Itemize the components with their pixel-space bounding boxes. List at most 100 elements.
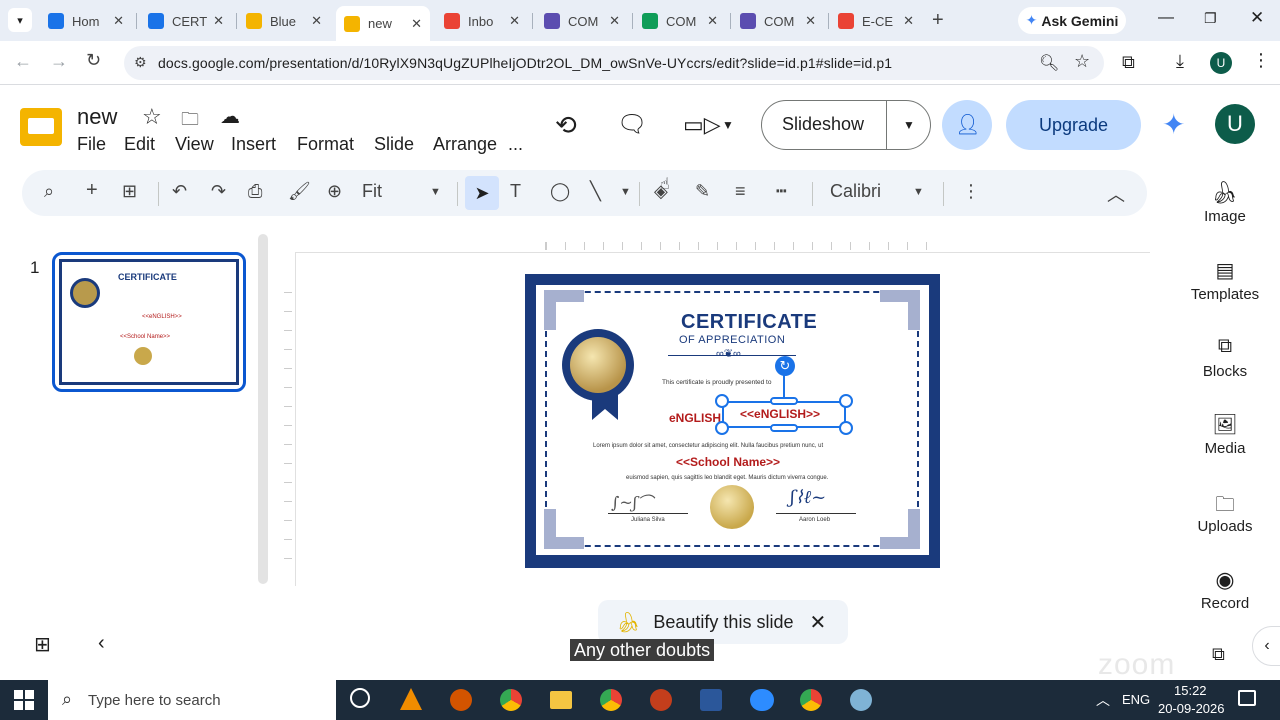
tab-search-button[interactable]: ▾ — [8, 8, 32, 32]
browser-tab[interactable]: Blue ✕ — [238, 6, 330, 36]
side-panel-toggle[interactable]: ‹ — [1252, 626, 1280, 666]
menu-arrange[interactable]: Arrange — [433, 134, 497, 155]
chevron-down-icon[interactable]: ▼ — [430, 186, 441, 198]
profile-avatar[interactable]: U — [1210, 52, 1232, 74]
browser-tab[interactable]: COM ✕ — [634, 6, 726, 36]
version-history-icon[interactable]: ⟲ — [555, 110, 577, 141]
clock-date[interactable]: 20-09-2026 — [1158, 701, 1225, 716]
move-folder-icon[interactable]: 🗀 — [181, 107, 199, 137]
chrome-icon[interactable] — [800, 689, 822, 711]
account-avatar[interactable]: U — [1215, 104, 1255, 144]
close-icon[interactable]: ✕ — [509, 13, 520, 29]
side-item-blocks[interactable]: ⧉ Blocks — [1182, 335, 1268, 380]
notification-icon[interactable] — [1238, 690, 1256, 706]
menu-file[interactable]: File — [77, 134, 106, 155]
add-slide-icon[interactable]: ⊞ — [122, 181, 137, 202]
new-tab-button[interactable]: + — [932, 9, 944, 32]
shape-icon[interactable]: ◯ — [550, 181, 570, 202]
border-dash-icon[interactable]: ┅ — [776, 181, 787, 202]
side-item-image[interactable]: 🍌︎ Image — [1182, 180, 1268, 225]
chrome-icon[interactable] — [600, 689, 622, 711]
zoom-icon[interactable]: 🔍︎ — [1039, 53, 1059, 73]
task-view-icon[interactable] — [350, 688, 370, 708]
app-icon[interactable] — [450, 689, 472, 711]
menu-format[interactable]: Format — [297, 134, 354, 155]
close-icon[interactable]: ✕ — [707, 13, 718, 29]
close-window-button[interactable]: ✕ — [1250, 8, 1264, 28]
word-icon[interactable] — [700, 689, 722, 711]
gemini-icon[interactable]: ✦ — [1162, 108, 1185, 141]
browser-tab-active[interactable]: new ✕ — [336, 6, 430, 41]
more-options-icon[interactable]: ⋮ — [962, 181, 980, 202]
text-box-icon[interactable]: T — [510, 181, 521, 202]
clock-time[interactable]: 15:22 — [1174, 683, 1207, 698]
language-indicator[interactable]: ENG — [1122, 692, 1150, 707]
beautify-chip[interactable]: 🍌︎ Beautify this slide ✕ — [598, 600, 848, 644]
side-item-media[interactable]: 🖼︎ Media — [1182, 412, 1268, 457]
filmstrip-scrollbar[interactable] — [258, 234, 268, 584]
browser-tab[interactable]: E-CE ✕ — [830, 6, 922, 36]
bookmark-star-icon[interactable]: ☆ — [1074, 51, 1090, 72]
windows-start-icon[interactable] — [14, 690, 34, 710]
close-icon[interactable]: ✕ — [113, 13, 124, 29]
ask-gemini-button[interactable]: ✦ Ask Gemini — [1018, 7, 1126, 34]
menu-view[interactable]: View — [175, 134, 214, 155]
slide-certificate[interactable]: CERTIFICATE OF APPRECIATION ∞❦∞ This cer… — [525, 274, 940, 568]
download-icon[interactable]: ⤓ — [1176, 51, 1184, 72]
meet-video-icon[interactable]: ▭▷ — [683, 112, 721, 138]
menu-slide[interactable]: Slide — [374, 134, 414, 155]
chevron-down-icon[interactable]: ▼ — [722, 118, 734, 132]
menu-more[interactable]: ... — [508, 134, 523, 155]
close-icon[interactable]: ✕ — [411, 16, 422, 32]
menu-edit[interactable]: Edit — [124, 134, 155, 155]
print-icon[interactable]: ⎙ — [248, 181, 262, 202]
chrome-icon[interactable] — [500, 689, 522, 711]
resize-handle[interactable] — [839, 394, 853, 408]
close-icon[interactable]: ✕ — [213, 13, 224, 29]
side-item-templates[interactable]: ▤ Templates — [1182, 258, 1268, 303]
slideshow-button[interactable]: Slideshow ▼ — [761, 100, 931, 150]
zoom-app-icon[interactable] — [750, 689, 774, 711]
side-item-record[interactable]: ◉ Record — [1182, 567, 1268, 612]
browser-tab[interactable]: CERT ✕ — [140, 6, 232, 36]
taskbar-search[interactable]: ⌕ Type here to search — [48, 680, 336, 720]
restore-button[interactable]: ❐ — [1204, 10, 1217, 27]
forward-icon[interactable]: → — [50, 51, 68, 72]
browser-tab[interactable]: COM ✕ — [536, 6, 628, 36]
font-select[interactable]: Calibri — [830, 181, 881, 202]
site-info-icon[interactable]: ⚙ — [134, 54, 147, 71]
paint-icon[interactable] — [850, 689, 872, 711]
panel-expand-icon[interactable]: ⧉ — [1212, 644, 1225, 665]
recipient-name-text[interactable]: eNGLISH — [669, 411, 721, 425]
paint-format-icon[interactable]: 🖌︎ — [288, 181, 311, 202]
resize-handle[interactable] — [715, 394, 729, 408]
new-slide-icon[interactable]: + — [86, 179, 98, 202]
minimize-button[interactable]: — — [1158, 9, 1174, 27]
close-icon[interactable]: ✕ — [809, 610, 826, 635]
browser-tab[interactable]: Inbo ✕ — [436, 6, 528, 36]
close-icon[interactable]: ✕ — [609, 13, 620, 29]
chevron-down-icon[interactable]: ▼ — [620, 186, 631, 198]
comments-icon[interactable]: 🗨︎ — [617, 110, 647, 139]
collapse-chevron-icon[interactable]: ︿ — [1107, 181, 1125, 207]
browser-menu-icon[interactable]: ⋮ — [1252, 50, 1270, 71]
side-item-uploads[interactable]: 🗀 Uploads — [1182, 490, 1268, 535]
slide-thumbnail[interactable]: CERTIFICATE <<eNGLISH>> <<School Name>> — [52, 252, 246, 392]
close-icon[interactable]: ✕ — [903, 13, 914, 29]
zoom-icon[interactable]: ⊕ — [327, 181, 342, 202]
zoom-select[interactable]: Fit — [362, 181, 382, 202]
resize-handle[interactable] — [770, 424, 798, 432]
reload-icon[interactable]: ↻ — [86, 50, 101, 71]
star-icon[interactable]: ☆ — [142, 104, 162, 130]
upgrade-button[interactable]: Upgrade — [1006, 100, 1141, 150]
border-color-icon[interactable]: ✎ — [695, 181, 710, 202]
line-icon[interactable]: ╲ — [590, 181, 601, 202]
resize-handle[interactable] — [715, 421, 729, 435]
browser-tab[interactable]: COM ✕ — [732, 6, 824, 36]
collapse-filmstrip-icon[interactable]: ‹ — [98, 632, 105, 655]
vlc-icon[interactable] — [400, 688, 422, 710]
document-title[interactable]: new — [77, 104, 117, 130]
file-explorer-icon[interactable] — [550, 691, 572, 709]
close-icon[interactable]: ✕ — [311, 13, 322, 29]
powerpoint-icon[interactable] — [650, 689, 672, 711]
